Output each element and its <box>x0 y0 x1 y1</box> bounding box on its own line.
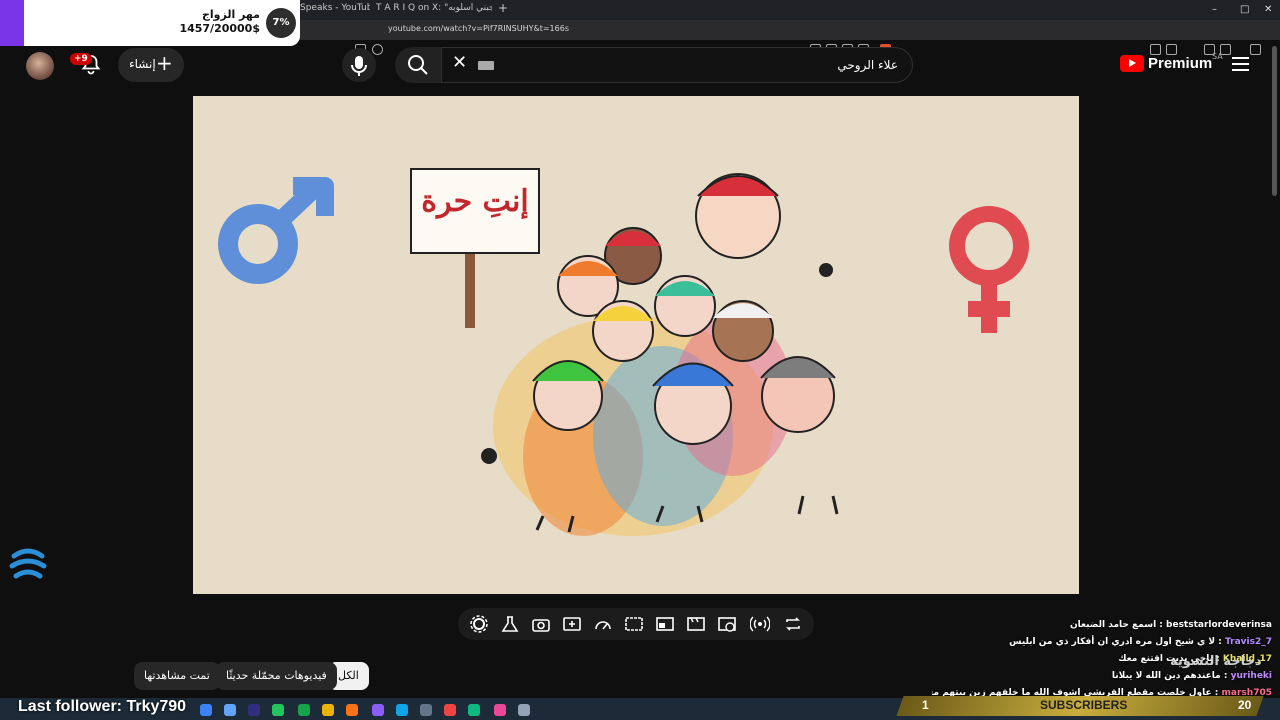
loop-icon[interactable] <box>783 614 803 634</box>
chat-user: yuriheki <box>1230 671 1272 681</box>
minimize-button[interactable]: – <box>1212 4 1217 15</box>
subscriber-goal-label: SUBSCRIBERS <box>1040 698 1128 712</box>
chat-message: yuriheki : ماعندهم دين الله لا يبلانا <box>1111 671 1272 681</box>
player-control-bar <box>458 608 814 640</box>
create-label: إنشاء <box>129 57 156 71</box>
goal-accent-bar <box>0 0 24 46</box>
female-symbol-icon <box>949 206 1029 333</box>
subscriber-goal-number: 20 <box>1238 698 1252 712</box>
video-frame-illustration <box>218 173 1029 536</box>
donation-goal-widget: مهر الزواج 1457/20000$ 7% <box>0 0 300 46</box>
chat-text: ماعندهم دين الله لا يبلانا <box>1111 671 1221 681</box>
subtitles-icon[interactable] <box>624 614 644 634</box>
taskbar-app-icon[interactable] <box>248 704 260 716</box>
last-follower-text: Last follower: Trky790 <box>18 698 187 715</box>
protest-sign-text: إنتِ حرة <box>421 184 529 219</box>
taskbar-app-icon[interactable] <box>444 704 456 716</box>
subscriber-current: 1 <box>922 698 929 712</box>
taskbar-app-icon[interactable] <box>224 704 236 716</box>
sidebar-icon[interactable] <box>1166 44 1177 55</box>
tab-youtube[interactable]: Speaks - YouTube <box>300 3 370 17</box>
taskbar-app-icon[interactable] <box>346 704 358 716</box>
chat-user: Travis2_7 <box>1225 637 1272 647</box>
youtube-logo-icon[interactable] <box>1120 55 1144 72</box>
youtube-premium-text[interactable]: Premium <box>1148 55 1212 72</box>
tab-twitter[interactable]: T A R I Q on X: "والم يعجبني أسلوبه <box>376 3 492 17</box>
taskbar-app-icon[interactable] <box>298 704 310 716</box>
search-box[interactable]: ✕ <box>441 47 913 83</box>
notification-badge: +9 <box>70 53 92 65</box>
scrollbar[interactable] <box>1272 46 1277 196</box>
lab-icon[interactable] <box>500 614 520 634</box>
live-icon[interactable] <box>750 614 770 634</box>
search-input[interactable] <box>536 57 900 73</box>
url-text[interactable]: youtube.com/watch?v=Pif7RINSUHY&t=166s <box>388 24 569 33</box>
voice-search-button[interactable] <box>342 48 376 82</box>
taskbar-app-icon[interactable] <box>420 704 432 716</box>
channel-watermark-icon <box>9 548 47 579</box>
region-code: SA <box>1212 52 1223 61</box>
chip-recently-uploaded[interactable]: فيديوهات محمّلة حديثًا <box>216 662 337 690</box>
male-symbol-icon <box>218 177 334 284</box>
chat-message: beststarlordeverinsa : اسمع حامد الضبعان <box>1069 620 1272 630</box>
microphone-icon <box>351 56 367 76</box>
taskbar-app-icon[interactable] <box>468 704 480 716</box>
miniplayer-icon[interactable] <box>655 614 675 634</box>
keyboard-icon[interactable] <box>478 61 494 70</box>
sign-stick <box>465 246 475 328</box>
hamburger-menu-icon[interactable] <box>1232 57 1249 71</box>
protest-sign: إنتِ حرة <box>410 168 540 254</box>
browser-menu-icon[interactable] <box>1266 44 1270 55</box>
close-window-button[interactable]: ✕ <box>1264 4 1272 15</box>
maximize-button[interactable]: □ <box>1240 4 1249 15</box>
chat-text: لا ي شيخ اول مره ادري ان أفكار ذي من ابل… <box>1009 637 1216 647</box>
goal-percent: 7% <box>266 8 296 38</box>
channel-overlay-title: دجاجة النسوية <box>1170 654 1262 669</box>
taskbar-app-icon[interactable] <box>372 704 384 716</box>
profile-icon[interactable] <box>1250 44 1261 55</box>
create-button[interactable]: إنشاء + <box>118 48 184 82</box>
avatar[interactable] <box>26 52 54 80</box>
add-icon[interactable] <box>562 614 582 634</box>
extensions-icon[interactable] <box>1150 44 1161 55</box>
search-button[interactable] <box>395 47 441 83</box>
taskbar-app-icon[interactable] <box>396 704 408 716</box>
plus-icon: + <box>156 51 173 75</box>
goal-title: مهر الزواج <box>201 8 260 21</box>
new-tab-button[interactable]: + <box>498 1 510 15</box>
taskbar-app-icon[interactable] <box>200 704 212 716</box>
settings-icon[interactable] <box>469 614 489 634</box>
goal-value: 1457/20000$ <box>179 22 260 35</box>
taskbar-app-icon[interactable] <box>322 704 334 716</box>
chat-text: اسمع حامد الضبعان <box>1069 620 1157 630</box>
cast-icon[interactable] <box>717 614 737 634</box>
search-icon <box>408 55 428 75</box>
chat-user: beststarlordeverinsa <box>1166 620 1272 630</box>
taskbar-app-icon[interactable] <box>494 704 506 716</box>
chip-watched[interactable]: تمت مشاهدتها <box>134 662 220 690</box>
video-player[interactable]: إنتِ حرة <box>193 96 1079 594</box>
clear-search-icon[interactable]: ✕ <box>452 52 467 73</box>
taskbar-app-icon[interactable] <box>272 704 284 716</box>
speed-icon[interactable] <box>593 614 613 634</box>
theater-icon[interactable] <box>686 614 706 634</box>
camera-icon[interactable] <box>531 614 551 634</box>
chat-message: Travis2_7 : لا ي شيخ اول مره ادري ان أفك… <box>1009 637 1272 647</box>
taskbar-app-icon[interactable] <box>518 704 530 716</box>
